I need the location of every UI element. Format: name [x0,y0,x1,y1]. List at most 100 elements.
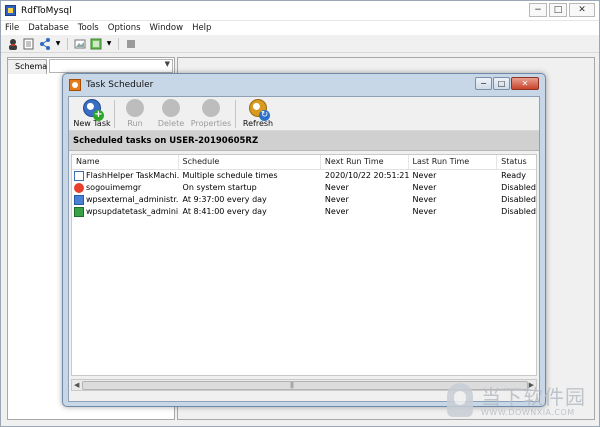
task-next-run: 2020/10/22 20:51:21 [324,171,409,180]
table-header: Name Schedule Next Run Time Last Run Tim… [72,155,536,170]
task-status: Ready [501,171,526,180]
task-last-run: Never [412,195,437,204]
properties-icon [202,99,220,117]
menu-tools[interactable]: Tools [78,23,99,33]
column-header-next-run[interactable]: Next Run Time [321,155,409,169]
minimize-button[interactable]: − [529,3,547,17]
toolbar-separator [67,37,68,50]
sogou-icon [74,183,84,193]
properties-icon[interactable] [23,38,35,50]
task-table: Name Schedule Next Run Time Last Run Tim… [71,154,537,376]
flash-icon [74,171,84,181]
task-next-run: Never [324,207,349,216]
scroll-grip-icon: ||| [290,382,294,389]
task-last-run: Never [412,207,437,216]
run-button[interactable]: Run [117,98,153,130]
refresh-label: Refresh [242,119,274,128]
task-status: Disabled [501,207,536,216]
user-icon[interactable] [7,38,19,50]
cell-name: FlashHelper TaskMachi... [72,170,179,182]
cell-name: wpsexternal_administr... [72,194,179,206]
task-schedule: Multiple schedule times [182,171,278,180]
menu-file[interactable]: File [5,23,19,33]
table-row[interactable]: wpsexternal_administr... At 9:37:00 ever… [72,194,536,206]
watermark-text: 当下软件园 WWW.DOWNXIA.COM [481,386,586,417]
cell-name: wpsupdatetask_admini... [72,206,179,218]
app-title: RdfToMysql [21,5,72,16]
column-header-schedule[interactable]: Schedule [179,155,321,169]
task-next-run: Never [324,183,349,192]
new-task-label: New Task [73,119,111,128]
menu-window[interactable]: Window [150,23,184,33]
task-name: FlashHelper TaskMachi... [86,171,179,180]
tab-schema[interactable]: Schema [7,59,47,74]
update-icon [74,207,84,217]
close-button[interactable]: ✕ [569,3,595,17]
dialog-toolbar: New Task Run Delete Properties Refresh [69,97,539,131]
menu-bar: File Database Tools Options Window Help [1,21,599,35]
main-toolbar: ▼ ▼ [1,35,599,53]
column-header-last-run[interactable]: Last Run Time [409,155,498,169]
new-task-button[interactable]: New Task [72,98,112,130]
task-scheduler-icon [69,79,81,91]
menu-options[interactable]: Options [108,23,141,33]
schema-select[interactable]: ▼ [49,59,173,73]
title-bar[interactable]: RdfToMysql − □ ✕ [1,1,599,21]
stop-icon[interactable] [125,38,137,50]
dialog-controls: − □ ✕ [475,77,539,90]
task-status: Disabled [501,195,536,204]
column-header-name[interactable]: Name [72,155,179,169]
properties-label: Properties [190,119,232,128]
toolbar-separator [114,100,115,128]
watermark: 当下软件园 WWW.DOWNXIA.COM [445,381,586,421]
dialog-title: Task Scheduler [86,80,154,90]
toolbar-separator [235,100,236,128]
properties-button[interactable]: Properties [189,98,233,130]
app-icon [5,5,16,16]
watermark-en: WWW.DOWNXIA.COM [481,407,575,417]
window-controls: − □ ✕ [529,3,595,17]
delete-icon [162,99,180,117]
task-schedule: On system startup [182,183,257,192]
run-label: Run [127,119,143,128]
green-box-icon[interactable] [90,38,102,50]
dialog-maximize-button[interactable]: □ [493,77,510,90]
wps-icon [74,195,84,205]
delete-label: Delete [157,119,185,128]
task-schedule: At 8:41:00 every day [182,207,267,216]
task-name: sogouimemgr [86,183,142,192]
run-icon [126,99,144,117]
task-scheduler-dialog: Task Scheduler − □ ✕ New Task Run Delete [62,73,546,407]
task-status: Disabled [501,183,536,192]
network-icon[interactable] [39,37,51,50]
chevron-down-icon: ▼ [164,60,170,68]
dialog-body: New Task Run Delete Properties Refresh S… [68,96,540,402]
column-header-status[interactable]: Status [497,155,536,169]
task-next-run: Never [324,195,349,204]
task-schedule: At 9:37:00 every day [182,195,267,204]
table-row[interactable]: wpsupdatetask_admini... At 8:41:00 every… [72,206,536,218]
refresh-button[interactable]: Refresh [238,98,278,130]
task-name: wpsupdatetask_admini... [86,207,179,216]
maximize-button[interactable]: □ [549,3,567,17]
dialog-title-bar[interactable]: Task Scheduler − □ ✕ [63,74,545,96]
dialog-minimize-button[interactable]: − [475,77,492,90]
new-task-icon [83,99,104,121]
table-row[interactable]: FlashHelper TaskMachi... Multiple schedu… [72,170,536,182]
watermark-logo [445,381,475,421]
delete-button[interactable]: Delete [153,98,189,130]
watermark-cn: 当下软件园 [481,384,586,409]
image-icon[interactable] [74,38,86,50]
dropdown-arrow-icon[interactable]: ▼ [55,38,61,50]
table-row[interactable]: sogouimemgr On system startup Never Neve… [72,182,536,194]
cell-name: sogouimemgr [72,182,179,194]
scroll-left-icon[interactable]: ◀ [74,380,79,391]
task-last-run: Never [412,183,437,192]
refresh-icon [249,99,270,121]
menu-help[interactable]: Help [192,23,211,33]
menu-database[interactable]: Database [28,23,69,33]
dialog-close-button[interactable]: ✕ [511,77,539,90]
task-last-run: Never [412,171,437,180]
dropdown-arrow-icon[interactable]: ▼ [106,38,112,50]
toolbar-separator [118,37,119,50]
